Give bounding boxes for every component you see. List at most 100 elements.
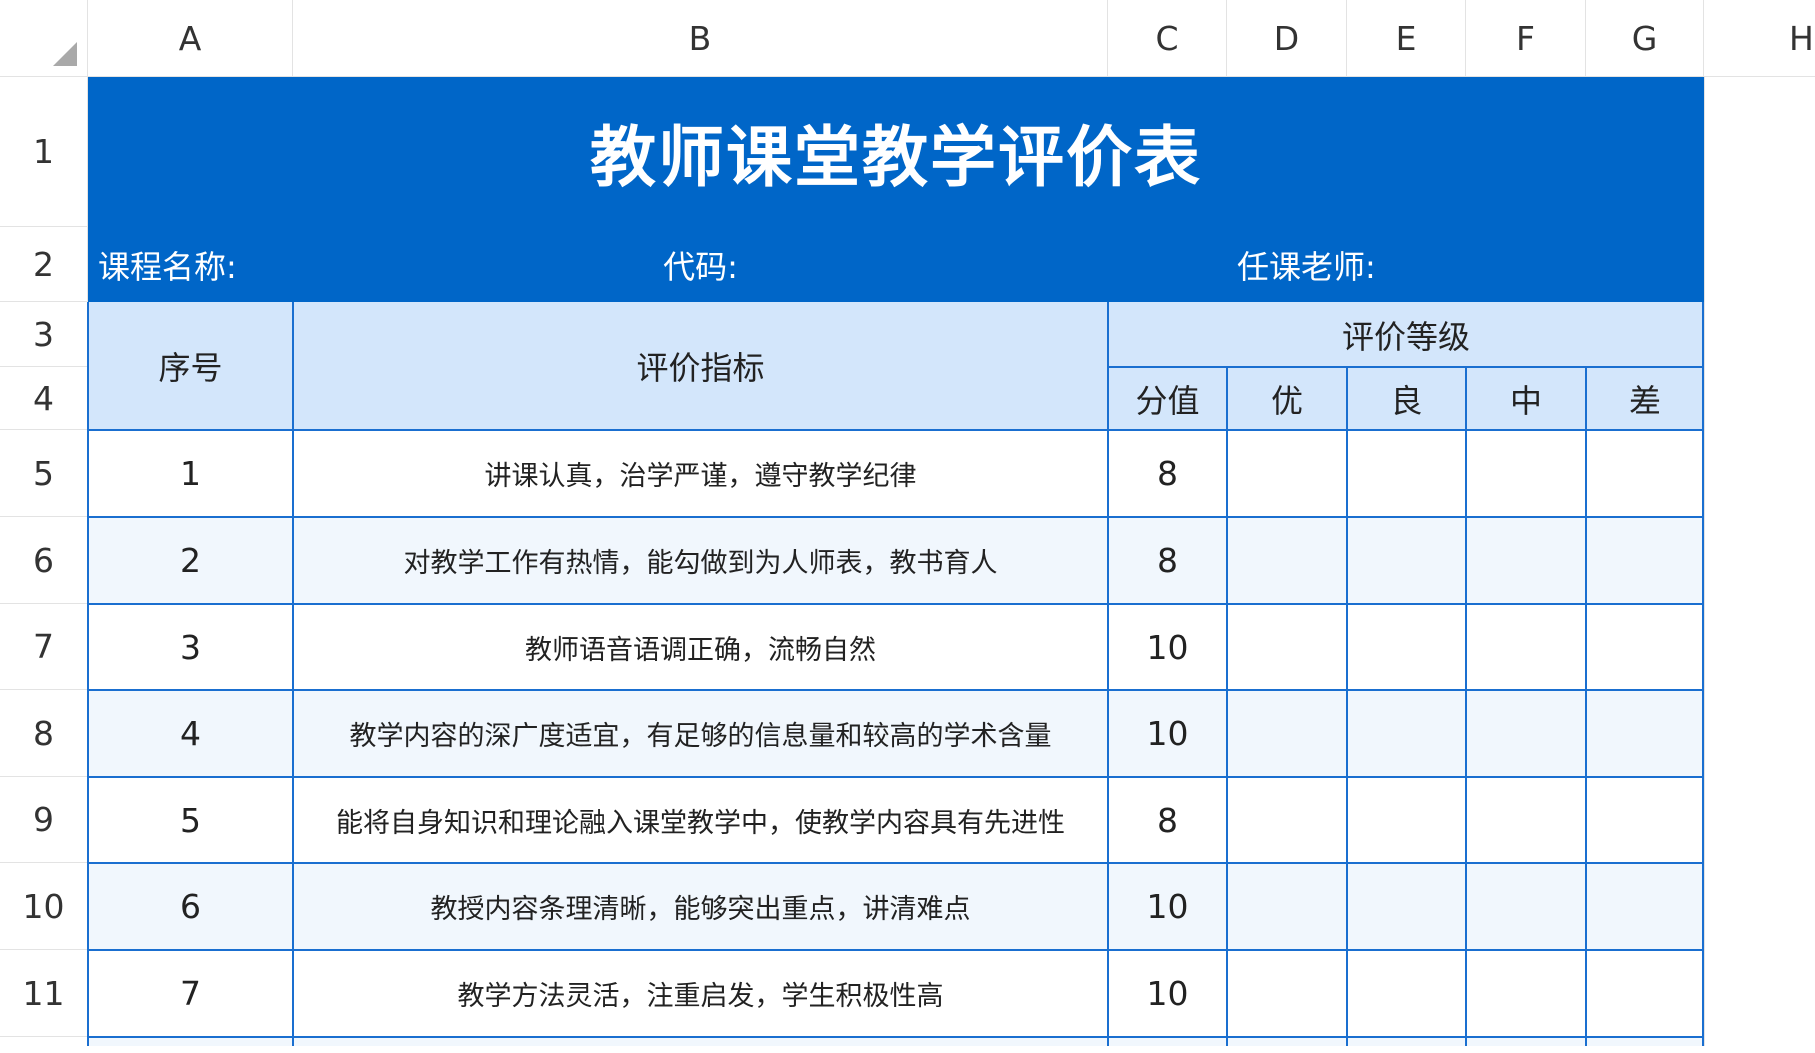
item-score: 10 [1146, 974, 1189, 1013]
teacher-label: 任课老师: [1237, 247, 1376, 286]
row-header-5[interactable]: 5 [0, 430, 88, 517]
item-score-cell[interactable]: 8 [1108, 430, 1227, 517]
medium-header: 中 [1509, 381, 1542, 420]
item-text-cell[interactable]: 教授内容条理清晰，能够突出重点，讲清难点 [293, 863, 1108, 950]
grid-line [88, 862, 1704, 864]
column-header-A[interactable]: A [88, 0, 293, 77]
item-score: 8 [1157, 541, 1178, 580]
row-header-10[interactable]: 10 [0, 863, 88, 950]
item-text-cell[interactable]: 教师语音语调正确，流畅自然 [293, 604, 1108, 690]
item-score-cell[interactable]: 10 [1108, 950, 1227, 1037]
grid-line [1702, 302, 1704, 1053]
item-score: 10 [1146, 627, 1189, 667]
column-header-H[interactable]: H [1704, 0, 1815, 77]
sheet-title: 教师课堂教学评价表 [590, 119, 1202, 196]
item-score-cell[interactable]: 8 [1108, 777, 1227, 863]
item-score-cell[interactable]: 8 [1108, 517, 1227, 604]
item-no-cell[interactable]: 6 [88, 863, 293, 950]
item-text: 教学方法灵活，注重启发，学生积极性高 [457, 981, 944, 1012]
item-text-cell[interactable]: 对教学工作有热情，能勾做到为人师表，教书育人 [293, 517, 1108, 604]
grid-line [1108, 366, 1704, 368]
grid-line [1107, 302, 1109, 1053]
item-no-cell[interactable]: 4 [88, 690, 293, 777]
spreadsheet-view: A B C D E F G H 1 2 3 4 5 6 7 8 9 10 11 … [0, 0, 1815, 1053]
bottom-edge [0, 1046, 1815, 1053]
course-name-cell[interactable]: 课程名称: [88, 227, 293, 302]
grid-line [87, 302, 89, 1053]
item-no: 1 [180, 454, 201, 493]
item-score-cell[interactable]: 10 [1108, 863, 1227, 950]
item-score-cell[interactable]: 10 [1108, 604, 1227, 690]
code-label: 代码: [663, 247, 738, 286]
excellent-header-cell[interactable]: 优 [1227, 367, 1347, 430]
excellent-header: 优 [1270, 381, 1303, 420]
column-header-F[interactable]: F [1466, 0, 1586, 77]
item-no-cell[interactable]: 2 [88, 517, 293, 604]
item-no-cell[interactable]: 1 [88, 430, 293, 517]
grid-line [88, 429, 1704, 431]
item-no-cell[interactable]: 7 [88, 950, 293, 1037]
column-header-G[interactable]: G [1586, 0, 1704, 77]
item-no: 6 [180, 887, 201, 926]
row-header-2[interactable]: 2 [0, 227, 88, 302]
score-header: 分值 [1135, 381, 1200, 420]
item-text: 对教学工作有热情，能勾做到为人师表，教书育人 [403, 548, 998, 579]
indicator-header-cell[interactable]: 评价指标 [293, 302, 1108, 430]
column-header-D[interactable]: D [1227, 0, 1347, 77]
row-header-7[interactable]: 7 [0, 604, 88, 690]
item-text: 教师语音语调正确，流畅自然 [525, 634, 876, 666]
indicator-header: 评价指标 [636, 349, 765, 387]
select-all-triangle-icon [53, 42, 77, 66]
item-text-cell[interactable]: 讲课认真，治学严谨，遵守教学纪律 [293, 430, 1108, 517]
grid-line [88, 949, 1704, 951]
code-cell[interactable]: 代码: [293, 227, 1108, 302]
item-no-cell[interactable]: 3 [88, 604, 293, 690]
item-no: 2 [180, 541, 201, 580]
item-text-cell[interactable]: 教学方法灵活，注重启发，学生积极性高 [293, 950, 1108, 1037]
index-header-cell[interactable]: 序号 [88, 302, 293, 430]
row-header-6[interactable]: 6 [0, 517, 88, 604]
item-text: 教授内容条理清晰，能够突出重点，讲清难点 [430, 894, 971, 925]
row-header-9[interactable]: 9 [0, 777, 88, 863]
item-no: 5 [180, 800, 201, 840]
column-header-C[interactable]: C [1108, 0, 1227, 77]
item-score-cell[interactable]: 10 [1108, 690, 1227, 777]
row-header-4[interactable]: 4 [0, 367, 88, 430]
item-no: 3 [180, 627, 201, 667]
index-header: 序号 [158, 349, 223, 387]
item-text: 教学内容的深广度适宜，有足够的信息量和较高的学术含量 [349, 721, 1052, 752]
teacher-cell[interactable]: 任课老师: [1108, 227, 1704, 302]
column-header-E[interactable]: E [1347, 0, 1466, 77]
grid-line [88, 1036, 1704, 1038]
grid-line [88, 776, 1704, 778]
row-header-1[interactable]: 1 [0, 77, 88, 227]
item-text-cell[interactable]: 教学内容的深广度适宜，有足够的信息量和较高的学术含量 [293, 690, 1108, 777]
grade-header-cell[interactable]: 评价等级 [1108, 302, 1704, 367]
medium-header-cell[interactable]: 中 [1466, 367, 1586, 430]
poor-header-cell[interactable]: 差 [1586, 367, 1704, 430]
sheet-title-cell[interactable]: 教师课堂教学评价表 [88, 77, 1704, 227]
select-all-corner[interactable] [0, 0, 88, 77]
row-header-11[interactable]: 11 [0, 950, 88, 1037]
item-text: 能将自身知识和理论融入课堂教学中，使教学内容具有先进性 [336, 807, 1065, 839]
column-H-empty-area[interactable] [1704, 77, 1815, 1053]
item-no: 7 [180, 974, 201, 1013]
score-header-cell[interactable]: 分值 [1108, 367, 1227, 430]
good-header-cell[interactable]: 良 [1347, 367, 1466, 430]
item-score: 10 [1146, 714, 1189, 753]
item-text: 讲课认真，治学严谨，遵守教学纪律 [484, 461, 917, 492]
grid-line [292, 302, 294, 1053]
row-header-8[interactable]: 8 [0, 690, 88, 777]
item-score: 8 [1157, 454, 1178, 493]
item-no-cell[interactable]: 5 [88, 777, 293, 863]
item-no: 4 [180, 714, 201, 753]
grid-line [88, 516, 1704, 518]
grid-line [88, 603, 1704, 605]
row-header-3[interactable]: 3 [0, 302, 88, 367]
item-score: 10 [1146, 887, 1189, 926]
grade-header: 评价等级 [1341, 317, 1470, 356]
poor-header: 差 [1628, 381, 1661, 420]
item-score: 8 [1157, 800, 1178, 840]
item-text-cell[interactable]: 能将自身知识和理论融入课堂教学中，使教学内容具有先进性 [293, 777, 1108, 863]
column-header-B[interactable]: B [293, 0, 1108, 77]
